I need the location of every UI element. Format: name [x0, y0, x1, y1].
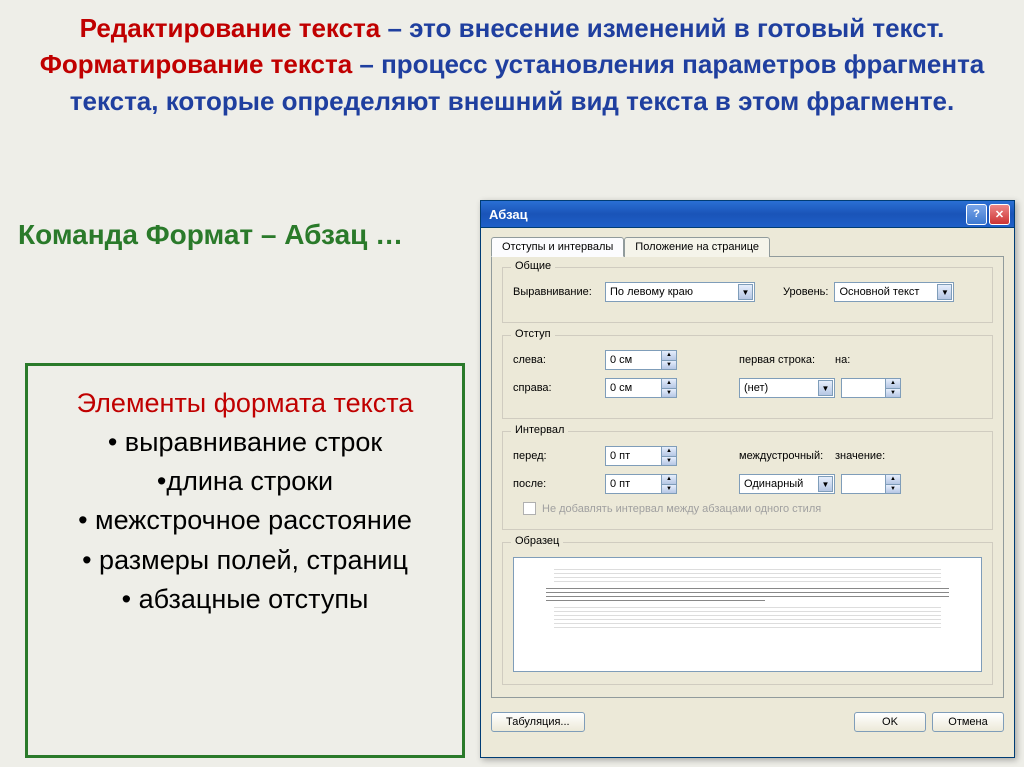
elements-item: • выравнивание строк — [38, 423, 452, 462]
linespacing-value: Одинарный — [744, 478, 803, 490]
help-button[interactable]: ? — [966, 204, 987, 225]
ok-button[interactable]: OK — [854, 712, 926, 732]
spin-up-icon[interactable]: ▲ — [662, 351, 676, 361]
preview-area — [513, 557, 982, 672]
group-indent: Отступ слева: 0 см ▲▼ первая строка: на:… — [502, 335, 993, 419]
group-spacing: Интервал перед: 0 пт ▲▼ междустрочный: з… — [502, 431, 993, 530]
elements-box: Элементы формата текста • выравнивание с… — [25, 363, 465, 758]
level-combo[interactable]: Основной текст ▼ — [834, 282, 954, 302]
by-label: на: — [835, 354, 869, 366]
indent-left-label: слева: — [513, 354, 599, 366]
elements-item: • абзацные отступы — [38, 580, 452, 619]
indent-right-value[interactable]: 0 см — [605, 378, 661, 398]
tabulation-button[interactable]: Табуляция... — [491, 712, 585, 732]
firstline-combo[interactable]: (нет) ▼ — [739, 378, 835, 398]
group-title-general: Общие — [511, 260, 555, 272]
desc-editing: – это внесение изменений в готовый текст… — [380, 13, 944, 43]
dialog-title: Абзац — [489, 207, 528, 222]
firstline-by-spinner[interactable]: ▲▼ — [841, 378, 901, 398]
after-value[interactable]: 0 пт — [605, 474, 661, 494]
group-title-preview: Образец — [511, 535, 563, 547]
linespacing-combo[interactable]: Одинарный ▼ — [739, 474, 835, 494]
spin-down-icon[interactable]: ▼ — [662, 361, 676, 370]
titlebar[interactable]: Абзац ? ✕ — [481, 201, 1014, 228]
chevron-down-icon: ▼ — [818, 476, 833, 492]
linespacing-at-value[interactable] — [841, 474, 885, 494]
after-label: после: — [513, 478, 599, 490]
spin-down-icon[interactable]: ▼ — [886, 389, 900, 398]
spin-down-icon[interactable]: ▼ — [662, 389, 676, 398]
group-general: Общие Выравнивание: По левому краю ▼ Уро… — [502, 267, 993, 323]
indent-right-spinner[interactable]: 0 см ▲▼ — [605, 378, 677, 398]
tab-panel: Общие Выравнивание: По левому краю ▼ Уро… — [491, 256, 1004, 698]
after-spinner[interactable]: 0 пт ▲▼ — [605, 474, 677, 494]
spin-up-icon[interactable]: ▲ — [886, 379, 900, 389]
alignment-value: По левому краю — [610, 286, 693, 298]
elements-title: Элементы формата текста — [38, 384, 452, 423]
elements-item: • межстрочное расстояние — [38, 501, 452, 540]
close-icon: ✕ — [995, 208, 1004, 221]
before-value[interactable]: 0 пт — [605, 446, 661, 466]
level-label: Уровень: — [783, 286, 828, 298]
indent-left-value[interactable]: 0 см — [605, 350, 661, 370]
checkbox-icon[interactable] — [523, 502, 536, 515]
level-value: Основной текст — [839, 286, 919, 298]
dialog-button-row: Табуляция... OK Отмена — [481, 706, 1014, 742]
group-preview: Образец — [502, 542, 993, 685]
elements-item: • размеры полей, страниц — [38, 541, 452, 580]
firstline-label: первая строка: — [739, 354, 829, 366]
same-style-checkbox-label: Не добавлять интервал между абзацами одн… — [542, 503, 821, 515]
alignment-label: Выравнивание: — [513, 286, 599, 298]
tab-indents[interactable]: Отступы и интервалы — [491, 237, 624, 257]
help-icon: ? — [973, 208, 980, 220]
same-style-checkbox-row[interactable]: Не добавлять интервал между абзацами одн… — [523, 502, 982, 515]
tab-pageposition[interactable]: Положение на странице — [624, 237, 770, 257]
at-label: значение: — [835, 450, 885, 462]
chevron-down-icon: ▼ — [937, 284, 952, 300]
spin-down-icon[interactable]: ▼ — [662, 485, 676, 494]
slide-header: Редактирование текста – это внесение изм… — [0, 0, 1024, 119]
group-title-indent: Отступ — [511, 328, 555, 340]
spin-up-icon[interactable]: ▲ — [886, 475, 900, 485]
linespacing-label: междустрочный: — [739, 450, 829, 462]
before-label: перед: — [513, 450, 599, 462]
chevron-down-icon: ▼ — [738, 284, 753, 300]
spin-down-icon[interactable]: ▼ — [662, 457, 676, 466]
spin-up-icon[interactable]: ▲ — [662, 447, 676, 457]
spin-up-icon[interactable]: ▲ — [662, 475, 676, 485]
linespacing-at-spinner[interactable]: ▲▼ — [841, 474, 901, 494]
firstline-value: (нет) — [744, 382, 768, 394]
alignment-combo[interactable]: По левому краю ▼ — [605, 282, 755, 302]
spin-up-icon[interactable]: ▲ — [662, 379, 676, 389]
spin-down-icon[interactable]: ▼ — [886, 485, 900, 494]
paragraph-dialog: Абзац ? ✕ Отступы и интервалы Положение … — [480, 200, 1015, 758]
firstline-by-value[interactable] — [841, 378, 885, 398]
cancel-button[interactable]: Отмена — [932, 712, 1004, 732]
before-spinner[interactable]: 0 пт ▲▼ — [605, 446, 677, 466]
indent-left-spinner[interactable]: 0 см ▲▼ — [605, 350, 677, 370]
elements-item: •длина строки — [38, 462, 452, 501]
term-editing: Редактирование текста — [80, 13, 381, 43]
close-button[interactable]: ✕ — [989, 204, 1010, 225]
chevron-down-icon: ▼ — [818, 380, 833, 396]
term-formatting: Форматирование текста — [40, 49, 352, 79]
indent-right-label: справа: — [513, 382, 599, 394]
tabs-row: Отступы и интервалы Положение на страниц… — [481, 228, 1014, 256]
group-title-spacing: Интервал — [511, 424, 568, 436]
